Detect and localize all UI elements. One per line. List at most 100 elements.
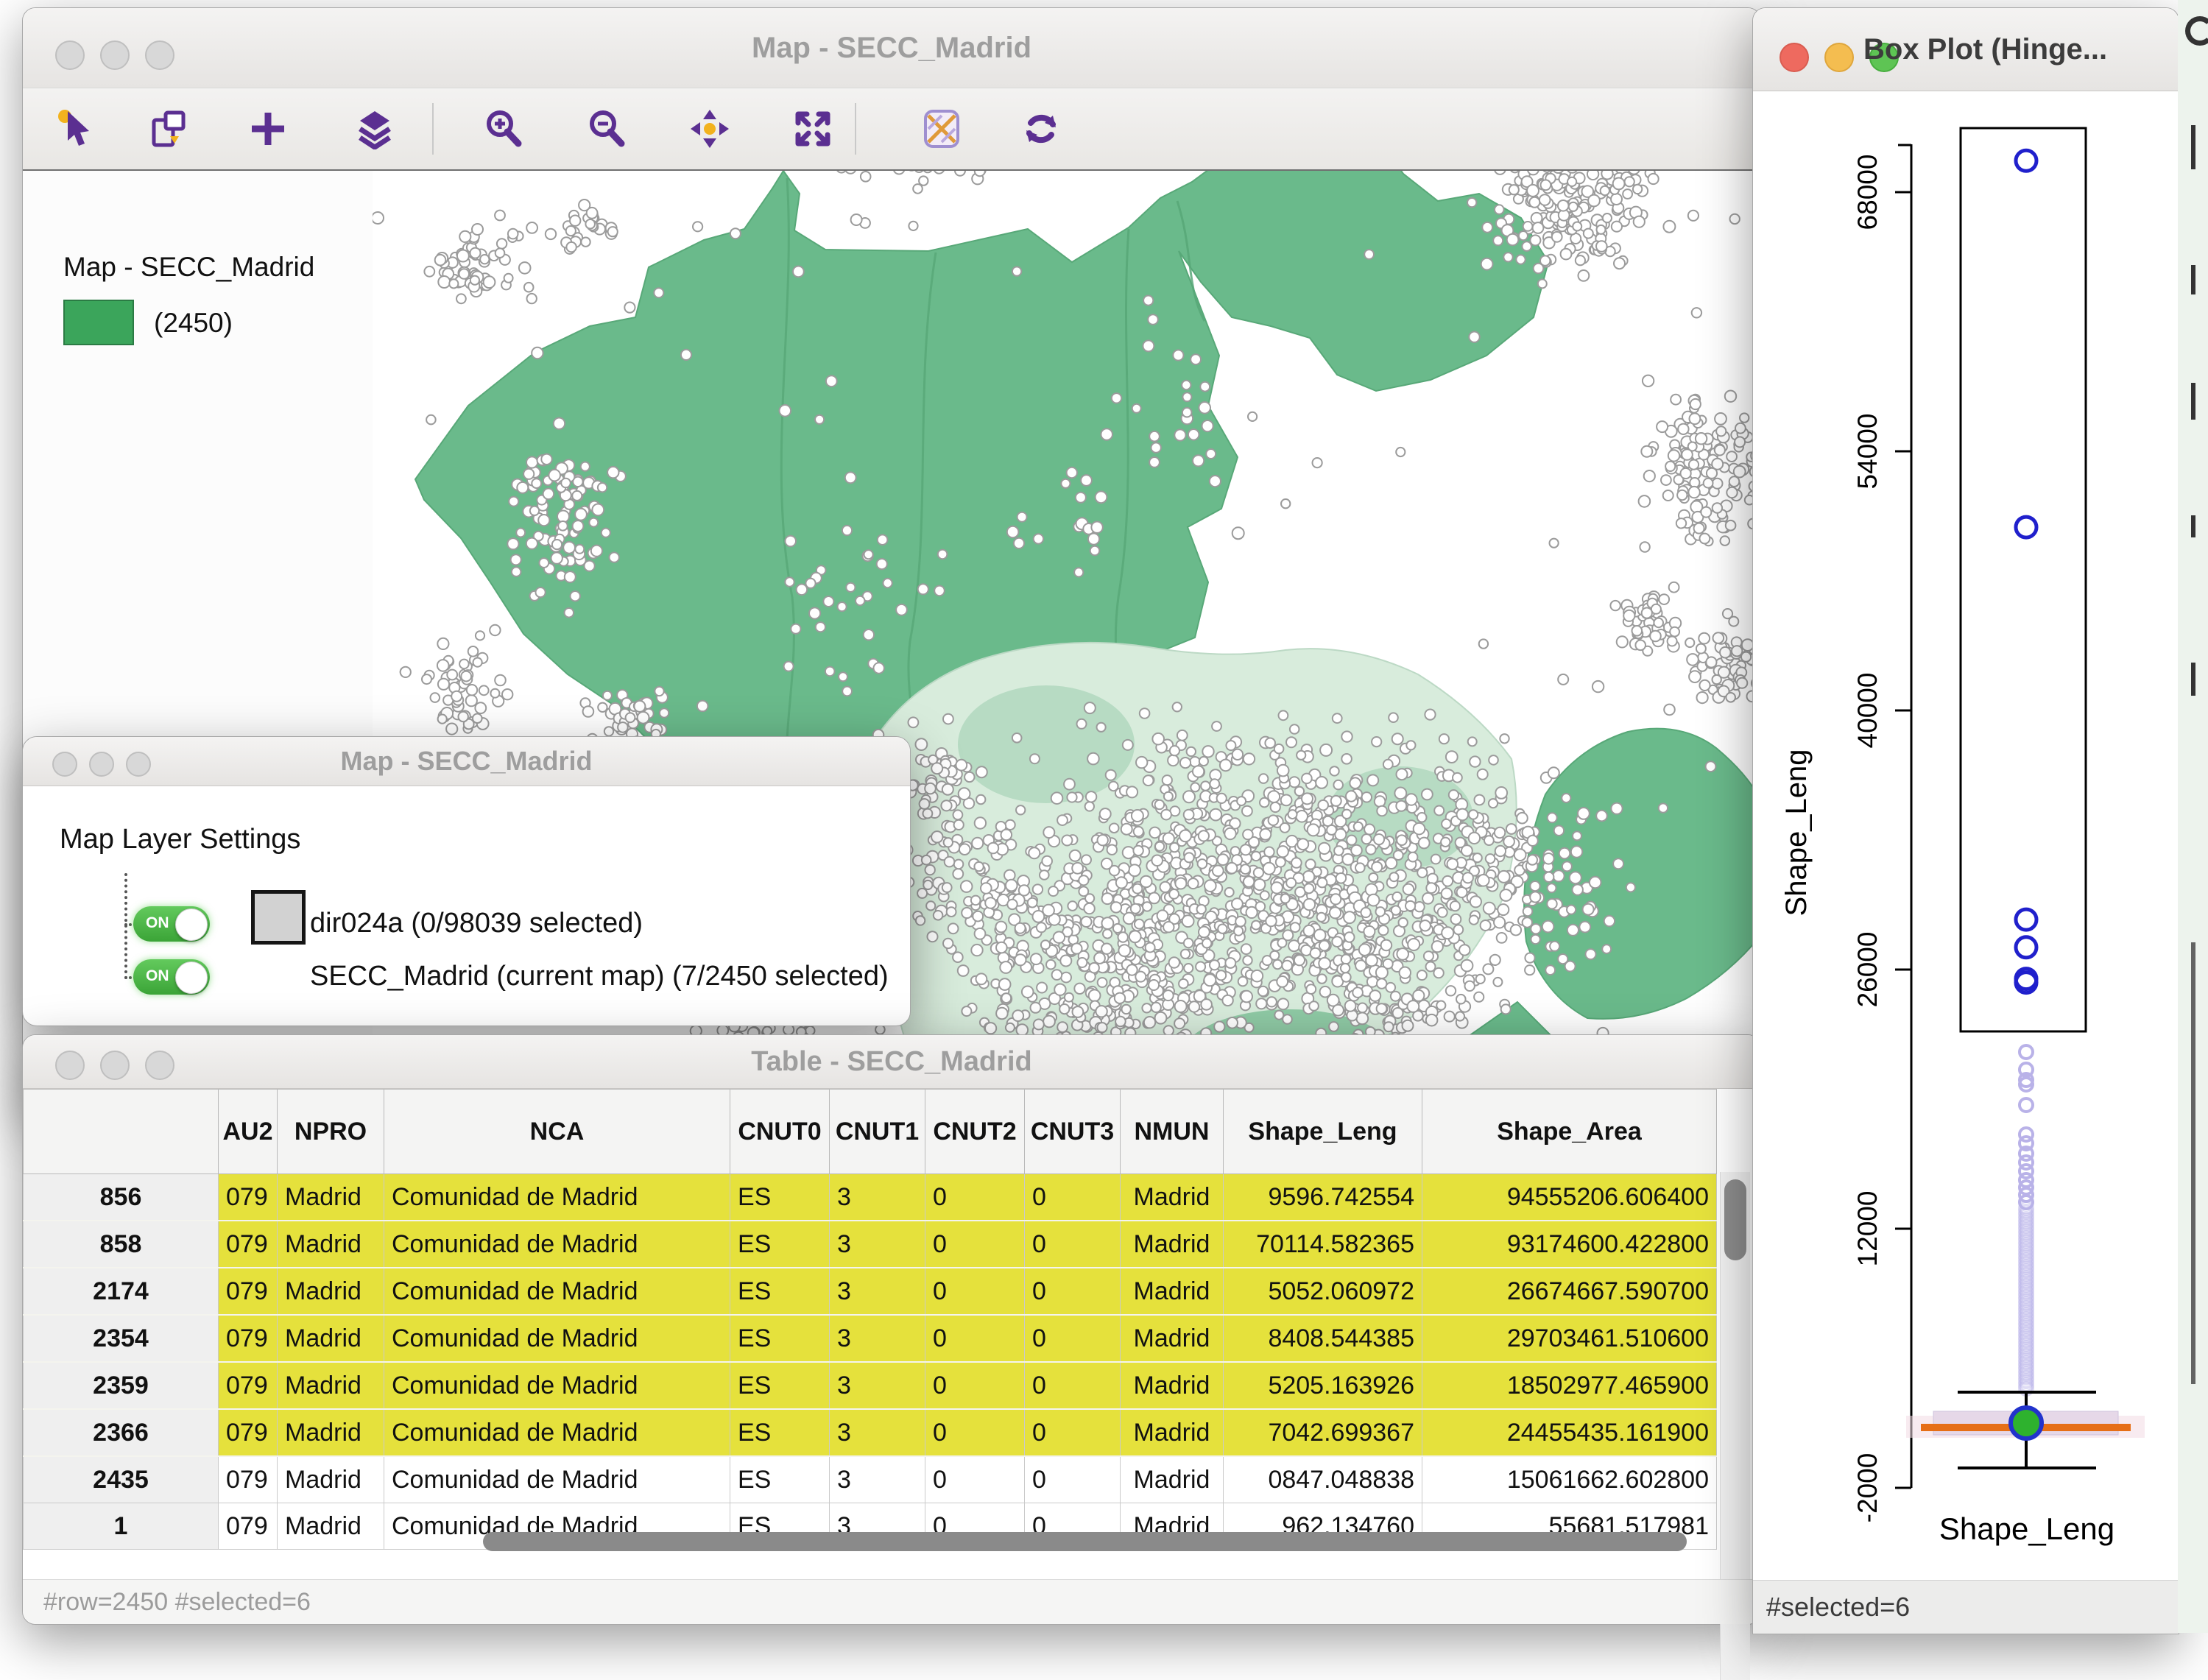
table-cell[interactable]: Comunidad de Madrid [384,1174,730,1221]
table-cell[interactable]: 0 [1025,1174,1121,1221]
column-header-NPRO[interactable]: NPRO [278,1090,384,1174]
select-tool-button[interactable] [56,108,97,149]
table-cell[interactable]: 15061662.602800 [1422,1456,1717,1503]
selected-outlier-points[interactable] [2016,150,2036,992]
table-cell[interactable]: Madrid [1121,1409,1224,1456]
table-cell[interactable]: 0 [1025,1315,1121,1362]
full-extent-tool-button[interactable] [792,108,833,149]
column-header-CNUT3[interactable]: CNUT3 [1025,1090,1121,1174]
legend-color-swatch[interactable] [63,300,134,345]
table-cell[interactable]: Madrid [278,1409,384,1456]
table-cell[interactable]: 858 [24,1221,219,1268]
column-header-AU2[interactable]: AU2 [219,1090,278,1174]
table-cell[interactable]: ES [730,1174,830,1221]
table-row[interactable]: 2435079MadridComunidad de MadridES300Mad… [24,1456,1717,1503]
table-cell[interactable]: 0 [1025,1456,1121,1503]
toggle-knob[interactable] [175,908,208,941]
map-window-titlebar[interactable]: Map - SECC_Madrid [23,8,1760,88]
boxplot-window-titlebar[interactable]: Box Plot (Hinge... [1753,8,2179,91]
table-cell[interactable]: 079 [219,1456,278,1503]
table-cell[interactable]: 3 [830,1174,925,1221]
table-row[interactable]: 2359079MadridComunidad de MadridES300Mad… [24,1362,1717,1409]
zoom-out-tool-button[interactable] [586,108,627,149]
table-cell[interactable]: Madrid [278,1221,384,1268]
table-cell[interactable]: 9596.742554 [1224,1174,1422,1221]
copy-map-tool-button[interactable] [148,108,189,149]
table-cell[interactable]: 3 [830,1409,925,1456]
table-row[interactable]: 2366079MadridComunidad de MadridES300Mad… [24,1409,1717,1456]
table-cell[interactable]: 3 [830,1268,925,1315]
table-cell[interactable]: 29703461.510600 [1422,1315,1717,1362]
table-cell[interactable]: 94555206.606400 [1422,1174,1717,1221]
table-cell[interactable]: 079 [219,1221,278,1268]
column-header-Shape_Leng[interactable]: Shape_Leng [1224,1090,1422,1174]
table-cell[interactable]: 0 [1025,1409,1121,1456]
table-cell[interactable]: ES [730,1221,830,1268]
table-cell[interactable]: 5205.163926 [1224,1362,1422,1409]
table-cell[interactable]: 856 [24,1174,219,1221]
table-row[interactable]: 858079MadridComunidad de MadridES300Madr… [24,1221,1717,1268]
table-cell[interactable]: Madrid [278,1268,384,1315]
add-layer-tool-button[interactable] [247,108,289,149]
column-header-row-id[interactable] [24,1090,219,1174]
table-window-titlebar[interactable]: Table - SECC_Madrid [23,1035,1760,1089]
layer-visibility-toggle-secc-madrid[interactable]: ON [133,959,210,995]
table-cell[interactable]: 079 [219,1362,278,1409]
table-cell[interactable]: 079 [219,1503,278,1550]
column-header-CNUT2[interactable]: CNUT2 [925,1090,1025,1174]
table-cell[interactable]: Madrid [278,1503,384,1550]
table-cell[interactable]: Madrid [1121,1456,1224,1503]
table-cell[interactable]: Comunidad de Madrid [384,1268,730,1315]
dialog-titlebar[interactable]: Map - SECC_Madrid [23,737,910,786]
table-cell[interactable]: 26674667.590700 [1422,1268,1717,1315]
table-cell[interactable]: Madrid [1121,1362,1224,1409]
table-cell[interactable]: 0 [1025,1362,1121,1409]
pan-tool-button[interactable] [689,108,730,149]
zoom-in-tool-button[interactable] [483,108,524,149]
boxplot-box[interactable] [1906,1392,2145,1468]
table-cell[interactable]: 7042.699367 [1224,1409,1422,1456]
table-cell[interactable]: 3 [830,1315,925,1362]
table-cell[interactable]: ES [730,1409,830,1456]
map-layers-tool-button[interactable] [354,108,395,149]
table-cell[interactable]: 2366 [24,1409,219,1456]
table-cell[interactable]: 079 [219,1409,278,1456]
table-cell[interactable]: 0 [925,1315,1025,1362]
table-cell[interactable]: 93174600.422800 [1422,1221,1717,1268]
toggle-knob[interactable] [175,961,208,994]
table-cell[interactable]: 2174 [24,1268,219,1315]
table-cell[interactable]: Madrid [278,1174,384,1221]
table-row[interactable]: 2174079MadridComunidad de MadridES300Mad… [24,1268,1717,1315]
table-cell[interactable]: 079 [219,1174,278,1221]
selection-rectangle[interactable] [1961,128,2086,1031]
column-header-CNUT1[interactable]: CNUT1 [830,1090,925,1174]
horizontal-scrollbar-thumb[interactable] [483,1532,1687,1551]
table-cell[interactable]: 8408.544385 [1224,1315,1422,1362]
column-header-NMUN[interactable]: NMUN [1121,1090,1224,1174]
table-cell[interactable]: 70114.582365 [1224,1221,1422,1268]
table-cell[interactable]: 1 [24,1503,219,1550]
table-cell[interactable]: Comunidad de Madrid [384,1409,730,1456]
mean-point[interactable] [2011,1408,2042,1439]
table-cell[interactable]: Comunidad de Madrid [384,1362,730,1409]
table-cell[interactable]: Comunidad de Madrid [384,1315,730,1362]
table-cell[interactable]: 3 [830,1362,925,1409]
table-cell[interactable]: 3 [830,1456,925,1503]
table-cell[interactable]: Madrid [1121,1174,1224,1221]
table-cell[interactable]: 0 [1025,1268,1121,1315]
table-cell[interactable]: 0847.048838 [1224,1456,1422,1503]
table-cell[interactable]: Madrid [278,1315,384,1362]
column-header-NCA[interactable]: NCA [384,1090,730,1174]
table-cell[interactable]: 0 [925,1409,1025,1456]
table-cell[interactable]: 3 [830,1221,925,1268]
table-cell[interactable]: 079 [219,1315,278,1362]
column-header-CNUT0[interactable]: CNUT0 [730,1090,830,1174]
table-cell[interactable]: 2354 [24,1315,219,1362]
unselected-outlier-points[interactable] [2020,1045,2033,1395]
layer-swatch-dir024a[interactable] [251,890,306,945]
layer-label-secc-madrid[interactable]: SECC_Madrid (current map) (7/2450 select… [310,961,889,992]
table-row[interactable]: 856079MadridComunidad de MadridES300Madr… [24,1174,1717,1221]
table-cell[interactable]: Comunidad de Madrid [384,1456,730,1503]
table-cell[interactable]: 079 [219,1268,278,1315]
layer-label-dir024a[interactable]: dir024a (0/98039 selected) [310,908,643,939]
